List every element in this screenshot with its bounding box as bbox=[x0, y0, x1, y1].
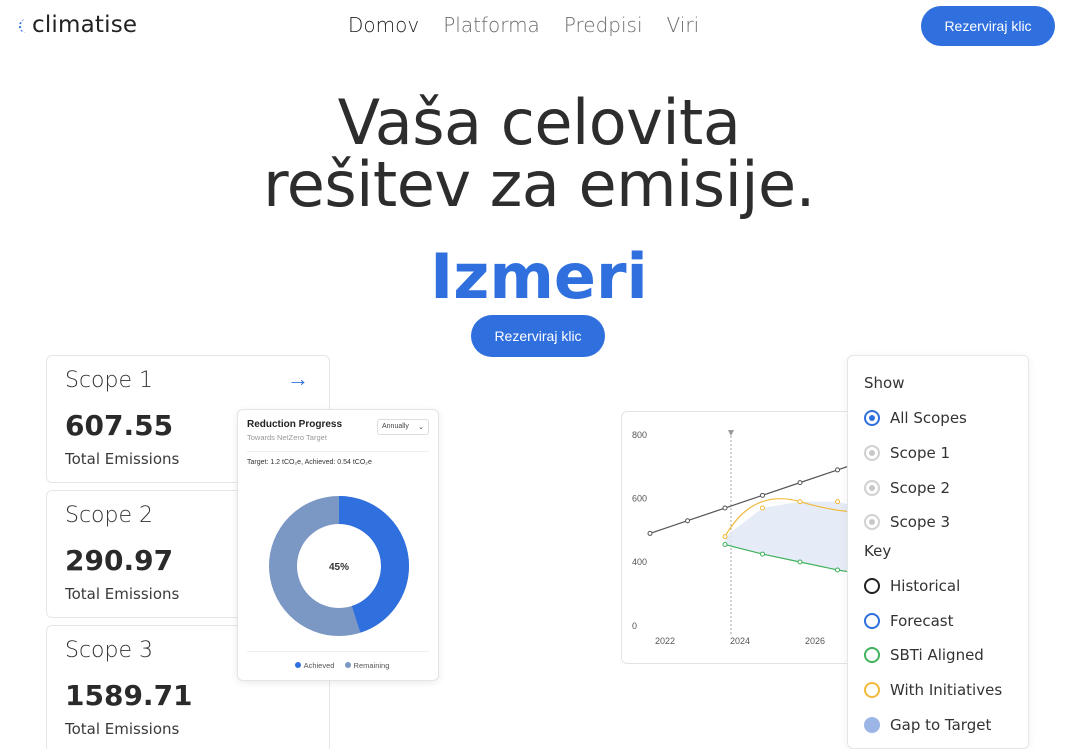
key-item-forecast: Forecast bbox=[864, 603, 1012, 638]
data-point bbox=[797, 480, 803, 486]
key-label: Gap to Target bbox=[890, 715, 992, 734]
reduction-target-text: Target: 1.2 tCO₂e, Achieved: 0.54 tCO₂e bbox=[247, 459, 372, 466]
key-item-sbti: SBTi Aligned bbox=[864, 638, 1012, 673]
divider bbox=[247, 651, 429, 652]
logo[interactable]: climatise bbox=[19, 12, 137, 38]
legend-dot-achieved bbox=[294, 662, 301, 668]
key-item-initiatives: With Initiatives bbox=[864, 673, 1012, 708]
scope-option-label: All Scopes bbox=[890, 409, 967, 428]
x-tick-label: 2024 bbox=[730, 636, 750, 646]
radio-icon bbox=[864, 479, 880, 496]
scope-value: 1589.71 bbox=[65, 679, 193, 712]
period-select-value: Annually bbox=[382, 423, 409, 430]
key-marker-icon bbox=[864, 647, 880, 664]
scope-option-all[interactable]: All Scopes bbox=[864, 401, 1012, 436]
scope-option-label: Scope 2 bbox=[890, 478, 951, 497]
key-marker-icon bbox=[864, 716, 880, 733]
key-marker-icon bbox=[864, 578, 880, 595]
nav-item-domov[interactable]: Domov bbox=[348, 13, 419, 37]
data-point bbox=[722, 534, 728, 540]
book-call-button-hero[interactable]: Rezerviraj klic bbox=[471, 315, 605, 357]
key-heading: Key bbox=[864, 541, 892, 560]
chevron-down-icon: ⌄ bbox=[418, 424, 424, 431]
today-marker-icon bbox=[728, 430, 734, 436]
key-marker-icon bbox=[864, 612, 880, 629]
data-point bbox=[760, 492, 765, 498]
logo-text: climatise bbox=[32, 12, 138, 38]
data-point bbox=[835, 567, 840, 573]
key-label: With Initiatives bbox=[890, 681, 1003, 700]
divider bbox=[247, 451, 429, 452]
hero-highlight: Izmeri bbox=[430, 240, 648, 313]
gap-area bbox=[725, 501, 860, 574]
key-label: Historical bbox=[890, 577, 961, 596]
progress-donut: 45% bbox=[269, 496, 409, 636]
nav-item-platforma[interactable]: Platforma bbox=[443, 13, 540, 37]
arrow-right-icon[interactable]: → bbox=[287, 366, 309, 392]
key-label: SBTi Aligned bbox=[890, 646, 984, 665]
period-select[interactable]: Annually ⌄ bbox=[377, 419, 429, 435]
scope-option-label: Scope 3 bbox=[890, 513, 951, 532]
data-point bbox=[760, 551, 765, 557]
data-point bbox=[647, 530, 653, 536]
key-item-gap: Gap to Target bbox=[864, 708, 1012, 743]
scope-option-label: Scope 1 bbox=[890, 444, 951, 463]
donut-legend: Achieved Remaining bbox=[238, 661, 438, 670]
data-point bbox=[797, 499, 803, 505]
y-tick-label: 400 bbox=[632, 557, 647, 567]
data-point bbox=[835, 499, 840, 505]
main-nav: Domov Platforma Predpisi Viri bbox=[348, 13, 699, 37]
y-tick-label: 800 bbox=[632, 430, 647, 440]
nav-item-viri[interactable]: Viri bbox=[667, 13, 700, 37]
scope-label: Total Emissions bbox=[65, 720, 180, 738]
hero-title: Vaša celovita rešitev za emisije. bbox=[0, 92, 1078, 216]
show-heading: Show bbox=[864, 374, 905, 392]
x-tick-label: 2022 bbox=[655, 636, 675, 646]
forecast-chart-svg: 800 600 400 0 2022 2024 2026 bbox=[632, 430, 860, 646]
scope-option-2[interactable]: Scope 2 bbox=[864, 470, 1012, 505]
legend-achieved: Achieved bbox=[303, 661, 335, 670]
hero-title-line2: rešitev za emisije. bbox=[263, 148, 815, 221]
legend-dot-remaining bbox=[344, 662, 351, 668]
radio-icon bbox=[864, 445, 880, 462]
y-tick-label: 600 bbox=[632, 494, 647, 504]
x-tick-label: 2026 bbox=[805, 636, 825, 646]
key-item-historical: Historical bbox=[864, 569, 1012, 604]
nav-item-predpisi[interactable]: Predpisi bbox=[564, 13, 643, 37]
scope-option-1[interactable]: Scope 1 bbox=[864, 436, 1012, 471]
data-point bbox=[835, 467, 840, 473]
radio-icon bbox=[864, 514, 880, 531]
book-call-button-header[interactable]: Rezerviraj klic bbox=[921, 6, 1055, 46]
data-point bbox=[722, 542, 728, 548]
data-point bbox=[685, 518, 690, 524]
key-label: Forecast bbox=[890, 611, 954, 630]
radio-selected-icon bbox=[864, 410, 880, 427]
data-point bbox=[797, 559, 803, 565]
legend-remaining: Remaining bbox=[353, 661, 390, 670]
logo-mark-icon bbox=[19, 19, 31, 33]
scope-title: Scope 1 bbox=[65, 368, 154, 393]
emissions-forecast-chart: 800 600 400 0 2022 2024 2026 bbox=[621, 411, 861, 664]
data-point bbox=[722, 505, 728, 511]
reduction-progress-card: Reduction Progress Towards NetZero Targe… bbox=[237, 409, 439, 681]
scope-option-3[interactable]: Scope 3 bbox=[864, 505, 1012, 540]
chart-filter-panel: Show All Scopes Scope 1 Scope 2 Scope 3 … bbox=[847, 355, 1029, 749]
y-tick-label: 0 bbox=[632, 621, 637, 631]
donut-center-label: 45% bbox=[329, 562, 349, 573]
key-marker-icon bbox=[864, 682, 880, 699]
data-point bbox=[760, 505, 765, 511]
